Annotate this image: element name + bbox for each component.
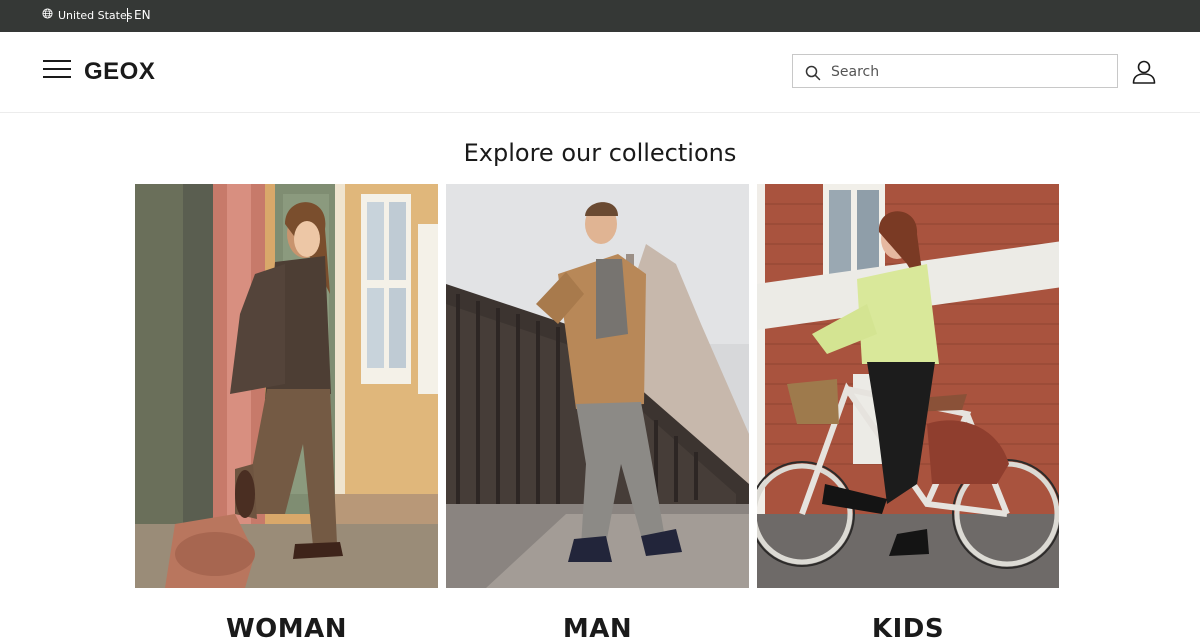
collection-label-man[interactable]: MAN bbox=[446, 614, 749, 644]
collection-label-woman[interactable]: WOMAN bbox=[135, 614, 438, 644]
geox-logo[interactable]: GEOX bbox=[84, 58, 188, 82]
search-field[interactable] bbox=[792, 54, 1118, 88]
user-account-icon[interactable] bbox=[1131, 59, 1157, 85]
country-selector[interactable]: United States bbox=[58, 9, 133, 23]
globe-icon[interactable] bbox=[42, 8, 53, 19]
collection-card-kids[interactable]: KIDS bbox=[757, 184, 1059, 644]
language-selector[interactable]: EN bbox=[134, 8, 151, 23]
collection-card-man[interactable]: MAN bbox=[446, 184, 749, 644]
search-input[interactable] bbox=[829, 59, 1103, 85]
divider bbox=[127, 8, 128, 22]
kids-collection-photo[interactable] bbox=[757, 184, 1059, 588]
search-icon bbox=[805, 65, 821, 81]
site-header: GEOX bbox=[0, 32, 1200, 113]
man-collection-photo[interactable] bbox=[446, 184, 749, 588]
collection-label-kids[interactable]: KIDS bbox=[757, 614, 1059, 644]
hamburger-menu-icon[interactable] bbox=[43, 58, 71, 80]
svg-text:GEOX: GEOX bbox=[84, 58, 155, 82]
top-utility-bar: United States EN bbox=[0, 0, 1200, 32]
woman-collection-photo[interactable] bbox=[135, 184, 438, 588]
collection-card-woman[interactable]: WOMAN bbox=[135, 184, 438, 644]
section-title: Explore our collections bbox=[463, 139, 737, 167]
